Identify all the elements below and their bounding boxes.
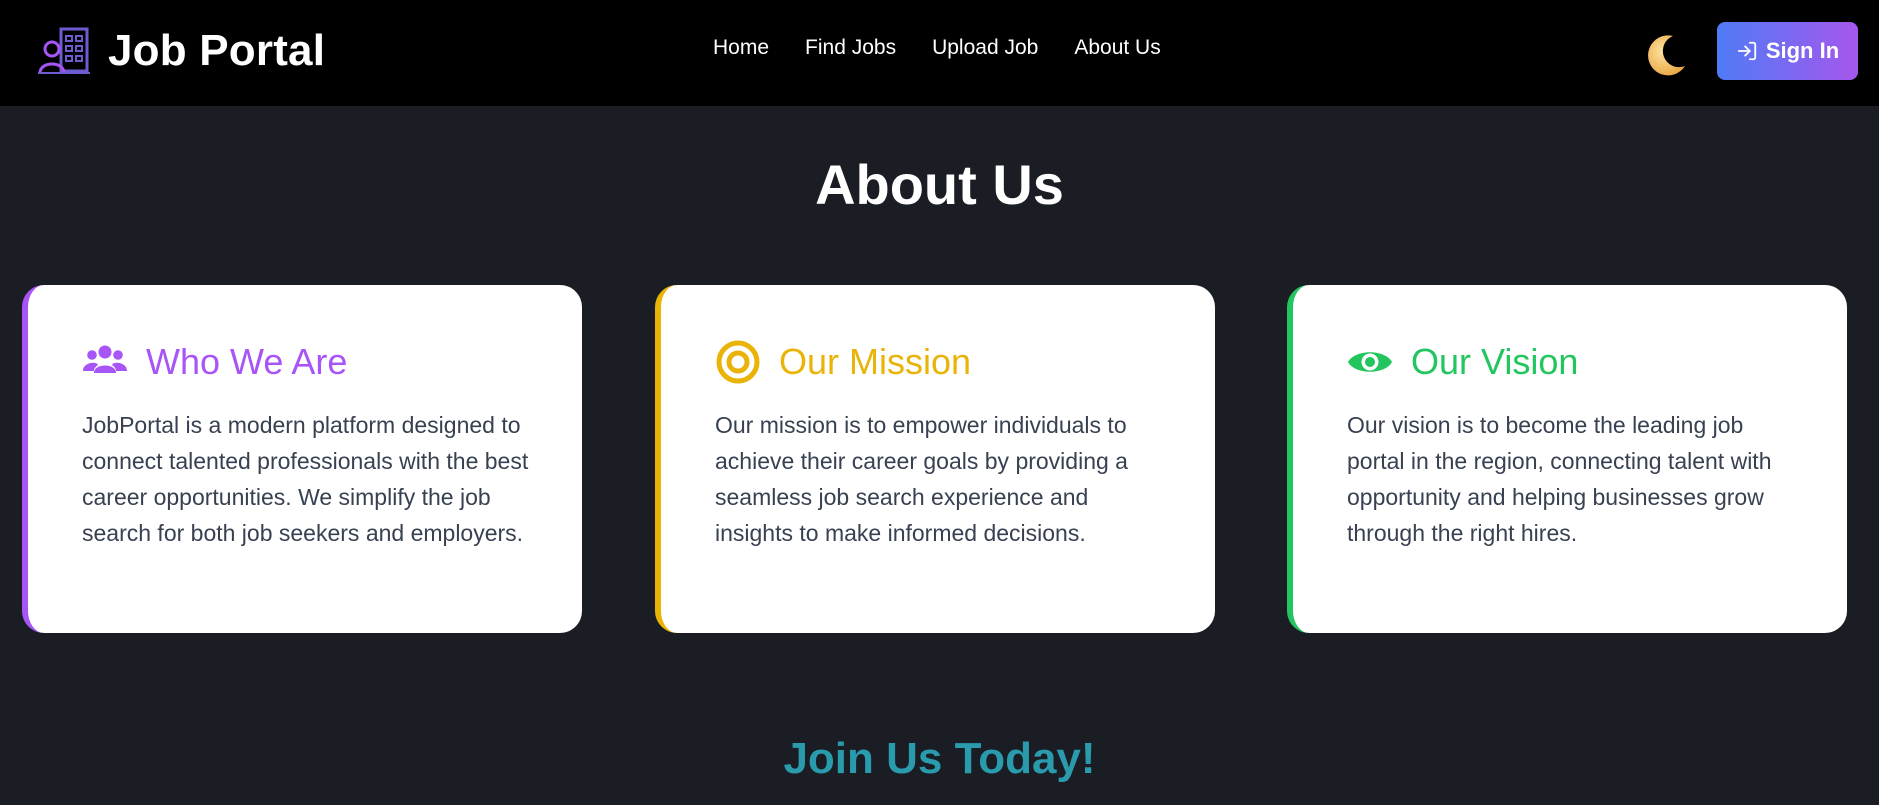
- card-header: Who We Are: [82, 337, 534, 387]
- target-icon: [716, 340, 760, 384]
- moon-icon[interactable]: [1643, 32, 1689, 78]
- card-title: Our Mission: [779, 341, 972, 382]
- sign-in-label: Sign In: [1765, 38, 1840, 63]
- our-mission-card: Our Mission Our mission is to empower in…: [655, 285, 1215, 633]
- card-body: Our vision is to become the leading job …: [1347, 412, 1772, 546]
- users-icon: [83, 345, 127, 373]
- nav-upload-job[interactable]: Upload Job: [932, 36, 1038, 60]
- page-title: About Us: [815, 153, 1064, 216]
- brand-name: Job Portal: [108, 26, 326, 75]
- join-us-heading: Join Us Today!: [783, 734, 1096, 783]
- top-navbar: Job Portal Home Find Jobs Upload Job Abo…: [0, 0, 1879, 106]
- sign-in-button[interactable]: Sign In: [1717, 22, 1858, 80]
- office-worker-logo-icon: [38, 27, 90, 74]
- card-header: Our Vision: [1347, 337, 1799, 387]
- our-vision-card: Our Vision Our vision is to become the l…: [1287, 285, 1847, 633]
- card-title: Who We Are: [146, 341, 348, 382]
- who-we-are-card: Who We Are JobPortal is a modern platfor…: [22, 285, 582, 633]
- nav-about-us[interactable]: About Us: [1074, 36, 1160, 60]
- nav-find-jobs[interactable]: Find Jobs: [805, 36, 896, 60]
- eye-icon: [1348, 352, 1392, 372]
- main-nav: Home Find Jobs Upload Job About Us: [713, 36, 1161, 60]
- card-header: Our Mission: [715, 337, 1167, 387]
- sign-in-icon: [1737, 41, 1756, 61]
- nav-home[interactable]: Home: [713, 36, 769, 60]
- brand[interactable]: Job Portal: [38, 26, 325, 76]
- card-body: Our mission is to empower individuals to…: [715, 412, 1128, 546]
- card-body: JobPortal is a modern platform designed …: [82, 412, 529, 546]
- card-title: Our Vision: [1411, 341, 1579, 382]
